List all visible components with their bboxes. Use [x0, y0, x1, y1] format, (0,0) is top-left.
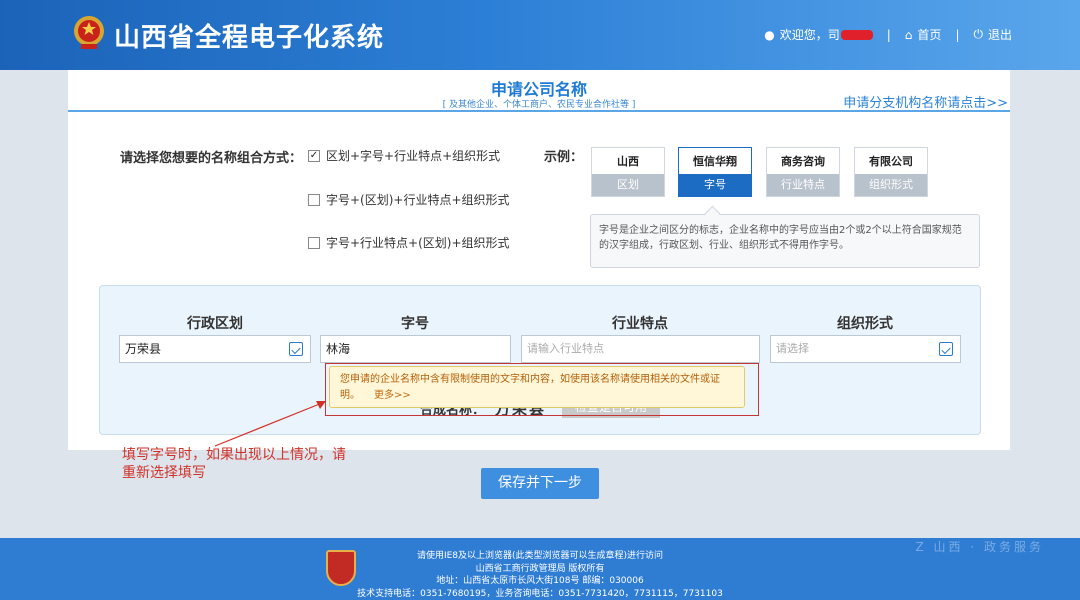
page-footer: 请使用IE8及以上浏览器(此类型浏览器可以生成章程)进行访问 山西省工商行政管理…	[0, 538, 1080, 600]
footer-line: 技术支持电话：0351-7680195，业务咨询电话：0351-7731420，…	[357, 588, 723, 599]
annotation-note: 填写字号时，如果出现以上情况，请 重新选择填写	[122, 446, 346, 482]
annotation-arrow-icon	[214, 401, 326, 447]
save-next-button[interactable]: 保存并下一步	[481, 468, 599, 499]
annotation-line: 重新选择填写	[122, 465, 206, 481]
watermark: Z 山西 · 政务服务	[915, 540, 1044, 554]
footer-line: 地址：山西省太原市长风大街108号 邮编：030006	[436, 576, 644, 586]
footer-line: 山西省工商行政管理局 版权所有	[475, 563, 605, 574]
footer-text: 请使用IE8及以上浏览器(此类型浏览器可以生成章程)进行访问 山西省工商行政管理…	[0, 550, 1080, 600]
annotation-line: 填写字号时，如果出现以上情况，请	[122, 447, 346, 463]
